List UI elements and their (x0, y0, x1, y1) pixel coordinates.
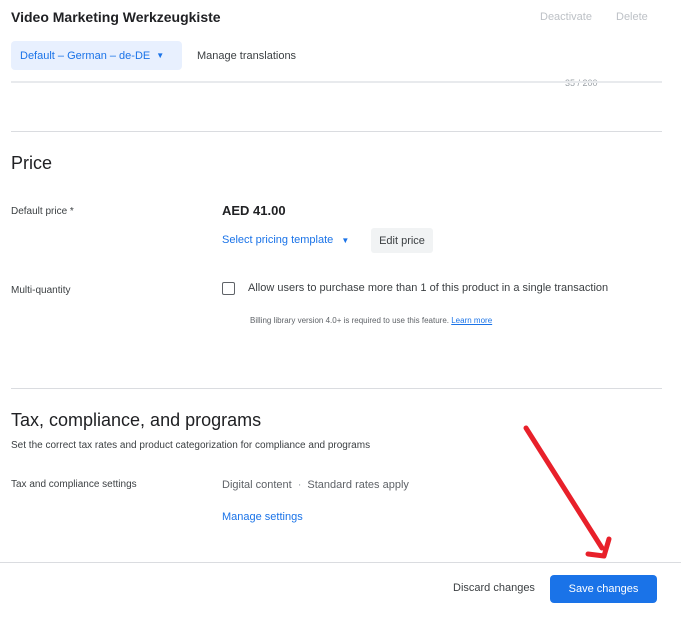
footer-divider (0, 562, 681, 563)
deactivate-button[interactable]: Deactivate (540, 11, 592, 23)
price-section-title: Price (11, 153, 53, 173)
pricing-template-label: Select pricing template (222, 234, 334, 246)
separator-dot: · (297, 479, 302, 491)
multi-quantity-checkbox-label[interactable]: Allow users to purchase more than 1 of t… (248, 282, 608, 294)
billing-note: Billing library version 4.0+ is required… (250, 316, 492, 325)
save-changes-button[interactable]: Save changes (550, 575, 657, 603)
tax-rates: Standard rates apply (307, 479, 409, 491)
header-divider (11, 81, 662, 83)
learn-more-link[interactable]: Learn more (451, 316, 492, 325)
multi-quantity-checkbox[interactable] (222, 282, 235, 295)
content-type: Digital content (222, 479, 292, 491)
default-price-label: Default price * (11, 206, 74, 217)
character-count: 35 / 200 (565, 78, 598, 88)
tax-settings-value: Digital content · Standard rates apply (222, 479, 409, 491)
edit-price-button[interactable]: Edit price (371, 228, 433, 253)
multi-quantity-label: Multi-quantity (11, 285, 71, 296)
price-value: AED 41.00 (222, 203, 286, 218)
tax-section-title: Tax, compliance, and programs (11, 410, 262, 430)
chevron-down-icon: ▼ (156, 51, 165, 60)
section-divider (11, 388, 662, 389)
app-title: Video Marketing Werkzeugkiste (11, 9, 221, 25)
discard-changes-button[interactable]: Discard changes (453, 582, 535, 594)
manage-translations-link[interactable]: Manage translations (197, 50, 296, 62)
page-header: Video Marketing Werkzeugkiste Deactivate… (0, 0, 681, 88)
manage-settings-link[interactable]: Manage settings (222, 511, 303, 523)
annotation-arrow (523, 425, 612, 559)
billing-note-text: Billing library version 4.0+ is required… (250, 316, 449, 325)
arrow-shaft (523, 425, 605, 551)
tax-section-subtitle: Set the correct tax rates and product ca… (11, 440, 371, 451)
chevron-down-icon: ▼ (341, 236, 350, 245)
tax-settings-label: Tax and compliance settings (11, 479, 137, 490)
delete-button[interactable]: Delete (616, 11, 648, 23)
language-selector[interactable]: Default – German – de-DE ▼ (11, 41, 182, 70)
section-divider (11, 131, 662, 132)
pricing-template-dropdown[interactable]: Select pricing template ▼ (222, 234, 349, 246)
arrow-head-icon (585, 536, 612, 559)
language-selector-label: Default – German – de-DE (20, 49, 151, 62)
